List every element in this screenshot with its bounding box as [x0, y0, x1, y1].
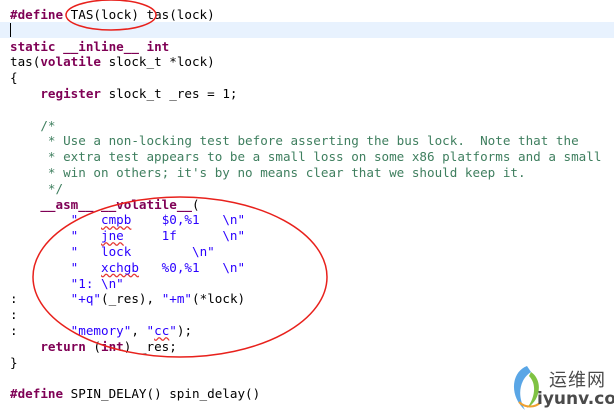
code-token: #define [10, 386, 64, 402]
code-token: , [131, 323, 147, 338]
code-editor[interactable]: #define TAS(lock) tas(lock) static __inli… [0, 0, 614, 416]
code-token: } [10, 354, 18, 370]
code-token: 1f \n" [123, 228, 246, 244]
code-token: __asm__ [40, 196, 94, 212]
code-token: #define [10, 7, 64, 22]
code-line[interactable]: /* [10, 117, 56, 134]
code-line[interactable]: : [10, 307, 18, 323]
code-token: "memory" [70, 323, 132, 338]
code-line[interactable]: * win on others; it's by no means clear … [10, 165, 526, 181]
code-token: %0,%1 \n" [138, 259, 246, 275]
code-token: " [70, 228, 102, 244]
code-line[interactable]: * extra test appears to be a small loss … [10, 149, 602, 165]
code-token: cc [154, 323, 170, 338]
watermark-url: iyunv.com [537, 389, 614, 409]
code-token: * Use a non-locking test before assertin… [10, 133, 579, 149]
current-line-highlight [0, 22, 614, 38]
code-token: */ [10, 180, 64, 196]
code-line[interactable]: static __inline__ int [10, 39, 169, 55]
code-token: /* [10, 117, 56, 133]
code-token: "1: \n" [70, 275, 124, 291]
code-token: volatile [40, 54, 102, 70]
code-line[interactable]: " xchgb %0,%1 \n" [10, 260, 245, 276]
code-token: slock_t _res = 1; [101, 86, 238, 101]
code-token: SPIN_DELAY() spin_delay() [63, 386, 261, 402]
code-token: " lock \n" [70, 244, 215, 259]
code-line[interactable]: } [10, 355, 18, 371]
code-token: slock_t *lock) [101, 54, 215, 70]
code-token: ); [176, 323, 193, 338]
code-line[interactable]: register slock_t _res = 1; [10, 86, 238, 102]
code-token: * win on others; it's by no means clear … [10, 165, 526, 180]
code-token: { [10, 70, 18, 86]
code-line[interactable]: return (int) _res; [10, 339, 177, 355]
code-token: register [40, 86, 102, 101]
code-token: (_res), [101, 291, 162, 307]
code-line[interactable]: #define SPIN_DELAY() spin_delay() [10, 386, 260, 402]
code-token: : [10, 323, 71, 338]
code-token: int [101, 338, 124, 354]
code-line[interactable]: " cmpb $0,%1 \n" [10, 212, 245, 228]
code-token: int [146, 38, 170, 54]
code-line[interactable]: : "+q"(_res), "+m"(*lock) [10, 291, 245, 307]
code-token: __inline__ [63, 38, 139, 54]
code-token: static [10, 38, 56, 54]
code-token: : [10, 291, 71, 307]
code-token: TAS(lock) tas(lock) [63, 7, 215, 22]
text-caret [10, 23, 11, 37]
code-line[interactable]: : "memory", "cc"); [10, 323, 192, 339]
code-token: * extra test appears to be a small loss … [10, 149, 602, 165]
code-token: "+q" [70, 291, 102, 307]
code-token: " [70, 212, 102, 228]
code-line[interactable]: #define TAS(lock) tas(lock) [10, 7, 215, 23]
code-token: tas( [10, 54, 41, 70]
code-token: $0,%1 \n" [131, 212, 246, 228]
code-token: xchgb [101, 259, 139, 275]
code-token: ( [192, 196, 200, 212]
code-line[interactable]: "1: \n" [10, 276, 124, 292]
code-token: "+m" [161, 291, 193, 307]
code-line[interactable]: tas(volatile slock_t *lock) [10, 54, 215, 70]
code-token: " [70, 259, 102, 275]
code-line[interactable]: __asm__ __volatile__( [10, 196, 200, 213]
code-token: (*lock) [192, 291, 246, 307]
code-line[interactable]: { [10, 70, 18, 86]
code-token: : [10, 307, 18, 323]
code-line[interactable]: * Use a non-locking test before assertin… [10, 133, 579, 149]
code-line[interactable]: " jne 1f \n" [10, 228, 245, 244]
code-token: jne [101, 228, 124, 244]
code-token: __volatile__ [101, 196, 193, 212]
code-token: ( [85, 338, 102, 354]
code-token: ) _res; [123, 338, 177, 354]
code-token: " [169, 323, 177, 338]
code-token: " [146, 323, 155, 338]
watermark: 运维网 iyunv.com [505, 362, 614, 414]
code-token: return [40, 338, 86, 354]
code-line[interactable]: */ [10, 181, 63, 197]
code-token: cmpb [101, 212, 132, 228]
code-line[interactable]: " lock \n" [10, 244, 215, 260]
